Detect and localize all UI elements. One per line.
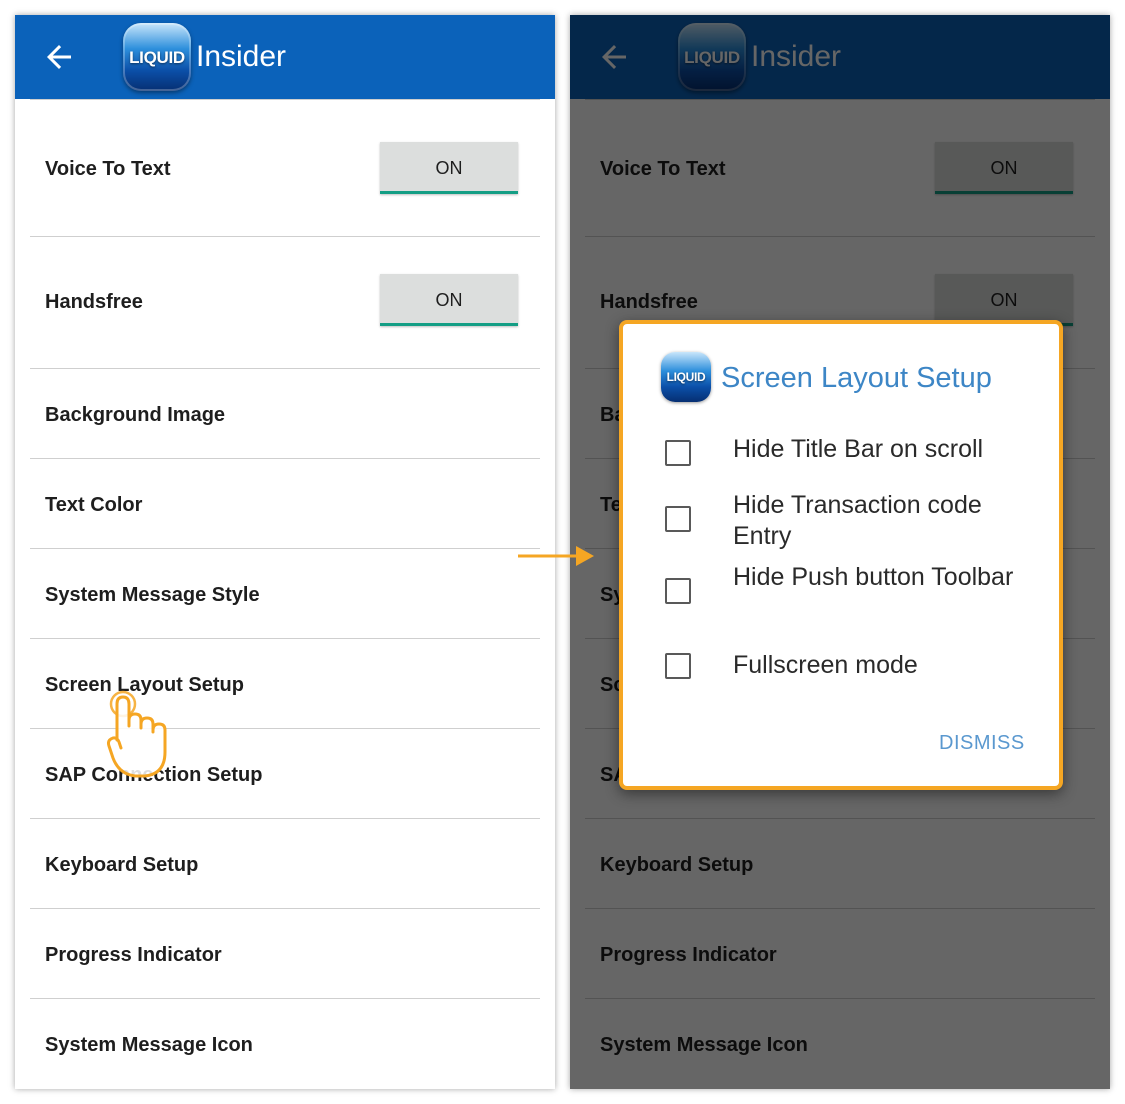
option-hide-transaction-code-entry[interactable]: Hide Transaction code Entry bbox=[623, 490, 1059, 554]
settings-item-voice-to-text[interactable]: Voice To Text ON bbox=[30, 99, 540, 237]
settings-item-background-image[interactable]: Background Image bbox=[30, 369, 540, 459]
settings-item-system-message-icon[interactable]: System Message Icon bbox=[30, 999, 540, 1088]
settings-item-text-color[interactable]: Text Color bbox=[30, 459, 540, 549]
settings-item-label: System Message Style bbox=[45, 584, 260, 606]
voice-to-text-toggle[interactable]: ON bbox=[380, 142, 518, 194]
option-label: Hide Transaction code Entry bbox=[733, 491, 982, 550]
settings-item-label: Keyboard Setup bbox=[45, 854, 199, 876]
settings-item-handsfree[interactable]: Handsfree ON bbox=[30, 236, 540, 369]
settings-item-label: System Message Icon bbox=[45, 1034, 253, 1056]
handsfree-toggle[interactable]: ON bbox=[380, 274, 518, 326]
checkbox-icon[interactable] bbox=[665, 440, 691, 466]
dismiss-button[interactable]: DISMISS bbox=[939, 732, 1025, 755]
option-fullscreen-mode[interactable]: Fullscreen mode bbox=[623, 648, 1059, 688]
app-bar: LIQUID Insider bbox=[15, 15, 555, 99]
dialog-logo: LIQUID bbox=[661, 352, 711, 402]
phone-screen-settings: LIQUID Insider Voice To Text ON Handsfre… bbox=[15, 15, 555, 1089]
option-label: Fullscreen mode bbox=[733, 651, 918, 679]
dialog-logo-text: LIQUID bbox=[666, 370, 706, 384]
settings-item-label: Handsfree bbox=[45, 291, 143, 313]
checkbox-icon[interactable] bbox=[665, 506, 691, 532]
app-logo-text: LIQUID bbox=[129, 48, 185, 67]
settings-item-label: Text Color bbox=[45, 494, 143, 516]
settings-item-label: Voice To Text bbox=[45, 158, 171, 180]
app-title: Insider bbox=[196, 40, 287, 73]
settings-item-keyboard-setup[interactable]: Keyboard Setup bbox=[30, 819, 540, 909]
back-arrow-icon[interactable] bbox=[41, 39, 77, 75]
option-label: Hide Title Bar on scroll bbox=[733, 435, 984, 463]
settings-item-label: Progress Indicator bbox=[45, 944, 222, 966]
tap-hand-icon bbox=[107, 690, 167, 778]
screen-layout-setup-dialog: LIQUID Screen Layout Setup Hide Title Ba… bbox=[619, 320, 1063, 790]
settings-item-progress-indicator[interactable]: Progress Indicator bbox=[30, 909, 540, 999]
right-arrow-icon bbox=[518, 546, 594, 566]
checkbox-icon[interactable] bbox=[665, 653, 691, 679]
app-logo: LIQUID bbox=[123, 23, 191, 91]
option-hide-title-bar[interactable]: Hide Title Bar on scroll bbox=[623, 432, 1059, 472]
dialog-title: Screen Layout Setup bbox=[721, 362, 992, 394]
settings-item-system-message-style[interactable]: System Message Style bbox=[30, 549, 540, 639]
checkbox-icon[interactable] bbox=[665, 578, 691, 604]
option-label: Hide Push button Toolbar bbox=[733, 563, 1014, 591]
settings-item-label: Background Image bbox=[45, 404, 226, 426]
option-hide-push-button-toolbar[interactable]: Hide Push button Toolbar bbox=[623, 562, 1059, 626]
